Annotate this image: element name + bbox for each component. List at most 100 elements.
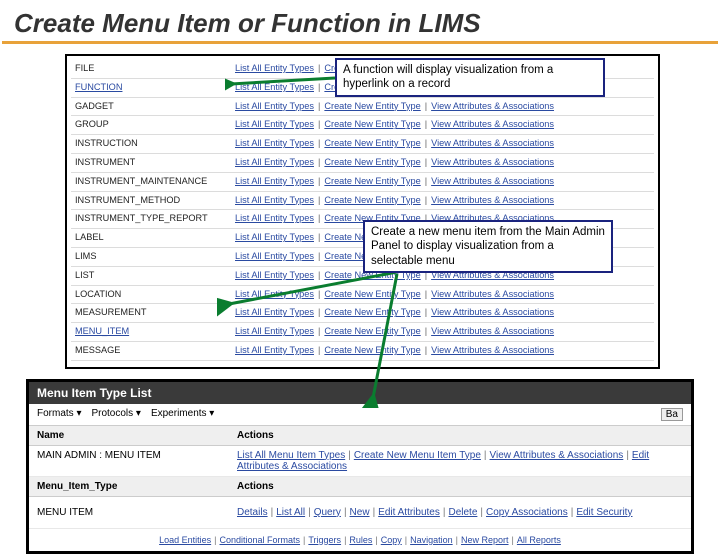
entity-actions: List All Entity Types | Create New Entity … (235, 194, 650, 208)
action-link[interactable]: List All Entity Types (235, 288, 314, 302)
separator: | (425, 156, 427, 170)
row1-name: MAIN ADMIN : MENU ITEM (29, 446, 229, 476)
separator: | (318, 231, 320, 245)
panel2-toolbar: Formats ▾ Protocols ▾ Experiments ▾ Ba (29, 404, 691, 426)
entity-name: MEASUREMENT (75, 306, 235, 320)
batch-button[interactable]: Ba (661, 408, 683, 421)
action-link[interactable]: Create New Entity Type (324, 194, 420, 208)
action-link[interactable]: Create New Entity Type (324, 325, 420, 339)
action-link[interactable]: View Attributes & Associations (490, 450, 624, 461)
action-link[interactable]: View Attributes & Associations (431, 137, 554, 151)
title-rule (2, 41, 718, 44)
separator: | (318, 156, 320, 170)
callout-menuitem: Create a new menu item from the Main Adm… (363, 220, 613, 273)
row2-name: MENU ITEM (29, 503, 229, 522)
toolbar-experiments[interactable]: Experiments ▾ (151, 408, 214, 421)
action-link[interactable]: Create New Entity Type (324, 118, 420, 132)
separator: | (318, 288, 320, 302)
entity-name: MESSAGE (75, 344, 235, 358)
action-link[interactable]: List All Entity Types (235, 100, 314, 114)
entity-link-function[interactable]: FUNCTION (75, 82, 122, 92)
entity-actions: List All Entity Types | Create New Entity … (235, 288, 650, 302)
action-link[interactable]: View Attributes & Associations (431, 175, 554, 189)
entity-row: INSTRUMENT_MAINTENANCEList All Entity Ty… (71, 173, 654, 192)
action-link[interactable]: List All Menu Item Types (237, 450, 345, 461)
entity-actions: List All Entity Types|Create New Entity … (235, 100, 650, 114)
separator: | (318, 344, 320, 358)
entity-actions: List All Entity Types|Create New Entity … (235, 175, 650, 189)
action-link[interactable]: Details (237, 507, 268, 518)
action-link[interactable]: List All Entity Types (235, 62, 314, 76)
action-link[interactable]: List All Entity Types (235, 250, 314, 264)
col-name: Name (29, 426, 229, 445)
separator: | (268, 507, 277, 518)
action-link[interactable]: List All Entity Types (235, 306, 314, 320)
subcol-name: Menu_Item_Type (29, 477, 229, 496)
separator: | (425, 118, 427, 132)
entity-name: INSTRUMENT_MAINTENANCE (75, 175, 235, 189)
action-link[interactable]: Create New Menu Item Type (354, 450, 481, 461)
separator: | (425, 325, 427, 339)
separator: | (318, 194, 320, 208)
entity-name: INSTRUMENT (75, 156, 235, 170)
action-link[interactable]: Create New Entity Type (324, 100, 420, 114)
action-link[interactable]: View Attributes & Associations (431, 288, 554, 302)
action-link[interactable]: View Attributes & Associations (431, 118, 554, 132)
action-link[interactable]: List All Entity Types (235, 269, 314, 283)
entity-name: LIST (75, 269, 235, 283)
action-link[interactable]: Edit Security (576, 507, 632, 518)
entity-actions: List All Entity Types | Create New Entity … (235, 344, 650, 358)
entity-row: MESSAGEList All Entity Types | Create New … (71, 342, 654, 361)
toolbar-formats[interactable]: Formats ▾ (37, 408, 81, 421)
action-link[interactable]: List All Entity Types (235, 231, 314, 245)
separator: | (425, 137, 427, 151)
entity-actions: List All Entity Types | Create New Entity … (235, 325, 650, 339)
action-link[interactable]: Edit Attributes (378, 507, 440, 518)
entity-name: GADGET (75, 100, 235, 114)
separator: | (425, 288, 427, 302)
panel2-title: Menu Item Type List (29, 382, 691, 404)
action-link[interactable]: List All Entity Types (235, 325, 314, 339)
row1-actions: List All Menu Item Types|Create New Menu… (229, 446, 691, 476)
action-link[interactable]: Create New Entity Type (324, 288, 420, 302)
action-link[interactable]: View Attributes & Associations (431, 344, 554, 358)
entity-row: INSTRUMENT_METHODList All Entity Types | C… (71, 192, 654, 211)
action-link[interactable]: View Attributes & Associations (431, 306, 554, 320)
subcol-actions: Actions (229, 477, 691, 496)
action-link[interactable]: List All Entity Types (235, 212, 314, 226)
toolbar-protocols[interactable]: Protocols ▾ (91, 408, 140, 421)
table-head: Name Actions (29, 426, 691, 446)
action-link[interactable]: Query (314, 507, 341, 518)
action-link[interactable]: List All Entity Types (235, 175, 314, 189)
entity-name: INSTRUMENT_METHOD (75, 194, 235, 208)
action-link[interactable]: List All (276, 507, 305, 518)
separator: | (425, 344, 427, 358)
action-link[interactable]: List All Entity Types (235, 194, 314, 208)
action-link[interactable]: Create New Entity Type (324, 306, 420, 320)
action-link[interactable]: Create New Entity Type (324, 344, 420, 358)
action-link[interactable]: View Attributes & Associations (431, 325, 554, 339)
separator: | (425, 194, 427, 208)
separator: | (318, 212, 320, 226)
separator: | (305, 507, 314, 518)
separator: | (318, 269, 320, 283)
entity-name: FILE (75, 62, 235, 76)
action-link[interactable]: View Attributes & Associations (431, 156, 554, 170)
entity-link-menu_item[interactable]: MENU_ITEM (75, 326, 129, 336)
action-link[interactable]: Create New Entity Type (324, 175, 420, 189)
action-link[interactable]: Create New Entity Type (324, 137, 420, 151)
action-link[interactable]: Delete (448, 507, 477, 518)
action-link[interactable]: View Attributes & Associations (431, 194, 554, 208)
separator: | (318, 137, 320, 151)
action-link[interactable]: List All Entity Types (235, 156, 314, 170)
action-link[interactable]: List All Entity Types (235, 118, 314, 132)
separator: | (318, 62, 320, 76)
action-link[interactable]: Create New Entity Type (324, 156, 420, 170)
action-link[interactable]: List All Entity Types (235, 137, 314, 151)
action-link[interactable]: New (350, 507, 370, 518)
action-link[interactable]: Copy Associations (486, 507, 568, 518)
action-link[interactable]: List All Entity Types (235, 81, 314, 95)
action-link[interactable]: View Attributes & Associations (431, 100, 554, 114)
action-link[interactable]: List All Entity Types (235, 344, 314, 358)
entity-types-panel: FILEList All Entity Types|Create New Ent… (65, 54, 660, 369)
